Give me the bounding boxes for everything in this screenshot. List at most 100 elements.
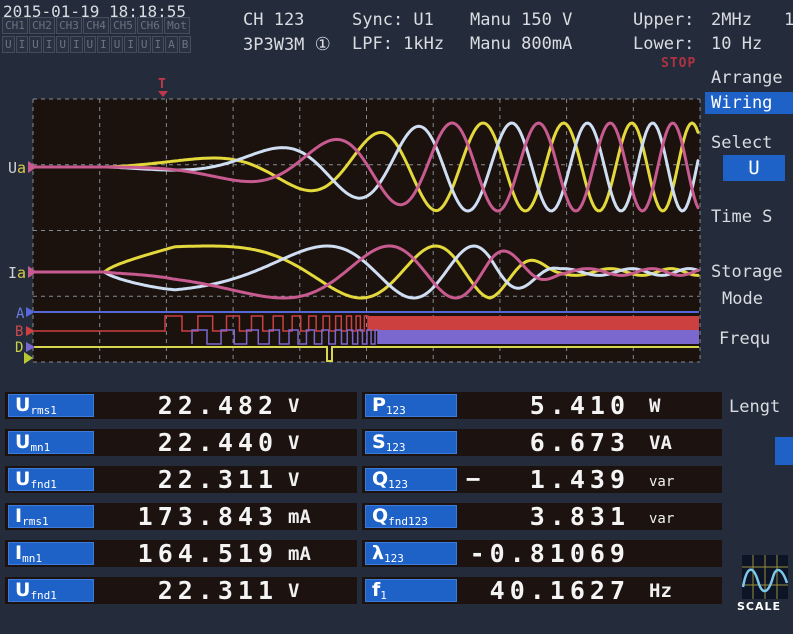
param-sub: mn1 [22, 552, 42, 565]
param-button-ufnd1[interactable]: Ufnd1 [8, 468, 94, 491]
sidebar-item-time-scale[interactable]: Time S [711, 207, 772, 227]
param-main: U [15, 431, 30, 453]
trigger-arrow-icon [158, 91, 168, 97]
measurement-unit: W [649, 395, 660, 417]
param-button-s123[interactable]: S123 [365, 431, 457, 454]
param-button-lambda123[interactable]: λ123 [365, 542, 457, 565]
sidebar-button-length-value[interactable] [775, 437, 793, 465]
subchannel-box: U [56, 36, 69, 53]
param-sub: mn1 [30, 441, 50, 454]
measurement-row-ufnd1b: Ufnd1 22.311 V [5, 577, 357, 604]
lpf-label: LPF: 1kHz [352, 34, 444, 54]
event-b-label: B [15, 324, 23, 340]
event-a-marker[interactable]: A [16, 306, 35, 322]
measurement-value: 6.673 [462, 429, 630, 456]
ia-phase-label: a [17, 264, 26, 282]
param-button-q123[interactable]: Q123 [365, 468, 457, 491]
measurement-value: 1.439 [462, 466, 630, 493]
event-d-label: D [15, 340, 23, 356]
channel-box: CH1 [2, 17, 28, 34]
analyzer-screen: 2015-01-19 18:18:55 CH1 CH2 CH3 CH4 CH5 … [0, 0, 793, 634]
channel-group-label: CH 123 [243, 10, 304, 30]
sidebar-item-frequency[interactable]: Frequ [719, 329, 770, 349]
measurement-row-qfnd123: Qfnd123 3.831 var [362, 503, 722, 530]
subchannel-box: U [111, 36, 124, 53]
measurement-unit: V [288, 432, 299, 454]
param-sub: rms1 [22, 515, 49, 528]
event-b-marker[interactable]: B [15, 324, 35, 340]
subchannel-box: I [16, 36, 29, 53]
param-sub: fnd1 [30, 478, 57, 491]
edge-clipped-digit: 1 [784, 10, 793, 30]
sidebar-item-mode[interactable]: Mode [722, 289, 763, 309]
channel-box: CH2 [29, 17, 55, 34]
channel-indicator-row: CH1 CH2 CH3 CH4 CH5 CH6 Mot [2, 17, 190, 34]
param-main: Q [372, 505, 388, 527]
stop-status-badge: STOP [661, 56, 696, 71]
param-button-imn1[interactable]: Imn1 [8, 542, 94, 565]
measurement-unit: var [649, 474, 674, 490]
measurement-value: 22.482 [93, 392, 278, 419]
channel-box: CH5 [110, 17, 136, 34]
sidebar-item-storage[interactable]: Storage [711, 262, 783, 282]
param-main: Q [372, 468, 388, 490]
svg-text:Ua: Ua [8, 159, 26, 177]
param-main: P [372, 394, 386, 416]
voltage-range-label: Manu 150 V [470, 10, 572, 30]
param-sub: 123 [384, 552, 404, 565]
param-main: U [15, 579, 30, 601]
measurement-row-p123: P123 5.410 W [362, 392, 722, 419]
sidebar-button-wiring[interactable]: Wiring [705, 92, 793, 114]
sidebar-item-arrange[interactable]: Arrange [711, 68, 783, 88]
measurement-column-left: Urms1 22.482 V Umn1 22.440 V Ufnd1 22.31… [5, 392, 357, 614]
subchannel-box: I [152, 36, 165, 53]
param-button-umn1[interactable]: Umn1 [8, 431, 94, 454]
measurement-row-irms1: Irms1 173.843 mA [5, 503, 357, 530]
param-button-p123[interactable]: P123 [365, 394, 457, 417]
channel-box: CH3 [56, 17, 82, 34]
measurement-row-ufnd1: Ufnd1 22.311 V [5, 466, 357, 493]
param-sub: fnd1 [30, 589, 57, 602]
param-button-qfnd123[interactable]: Qfnd123 [365, 505, 457, 528]
measurement-row-umn1: Umn1 22.440 V [5, 429, 357, 456]
measurement-value: -0.81069 [462, 540, 630, 567]
event-a-label: A [16, 306, 25, 322]
sidebar-item-length[interactable]: Lengt [729, 397, 780, 417]
param-button-urms1[interactable]: Urms1 [8, 394, 94, 417]
ia-marker[interactable]: Ia [8, 264, 37, 282]
scale-waveform-icon [742, 555, 788, 599]
subchannel-box: U [29, 36, 42, 53]
sidebar-item-select[interactable]: Select [711, 133, 772, 153]
param-button-irms1[interactable]: Irms1 [8, 505, 94, 528]
ua-phase-label: a [17, 159, 26, 177]
measurement-value: 22.440 [93, 429, 278, 456]
start-position-marker[interactable] [24, 352, 33, 364]
upper-freq-value: 2MHz [711, 10, 752, 30]
measurement-value: 3.831 [462, 503, 630, 530]
trigger-t-icon: T [158, 77, 166, 92]
measurement-value: 22.311 [93, 577, 278, 604]
scale-widget[interactable] [742, 555, 788, 599]
measurement-row-s123: S123 6.673 VA [362, 429, 722, 456]
trigger-marker[interactable]: T [158, 77, 168, 97]
sidebar-button-select-u[interactable]: U [723, 155, 785, 181]
param-button-ufnd1b[interactable]: Ufnd1 [8, 579, 94, 602]
measurement-unit: VA [649, 432, 672, 454]
waveform-display: T Ua Ia A B D [0, 75, 710, 375]
upper-freq-label: Upper: [633, 10, 694, 30]
subchannel-box: I [70, 36, 83, 53]
wiring-mode-label: 3P3W3M ① [243, 34, 331, 55]
measurement-row-imn1: Imn1 164.519 mA [5, 540, 357, 567]
param-main: S [372, 431, 386, 453]
channel-box: CH6 [137, 17, 163, 34]
channel-box: CH4 [83, 17, 109, 34]
measurement-row-q123: Q123 − 1.439 var [362, 466, 722, 493]
subchannel-box: I [97, 36, 110, 53]
measurement-unit: mA [288, 543, 311, 565]
measurement-value: 40.1627 [462, 577, 630, 604]
subchannel-box: I [124, 36, 137, 53]
measurement-row-lambda123: λ123 -0.81069 [362, 540, 722, 567]
measurement-unit: V [288, 469, 299, 491]
measurement-unit: var [649, 511, 674, 527]
param-button-f1[interactable]: f1 [365, 579, 457, 602]
